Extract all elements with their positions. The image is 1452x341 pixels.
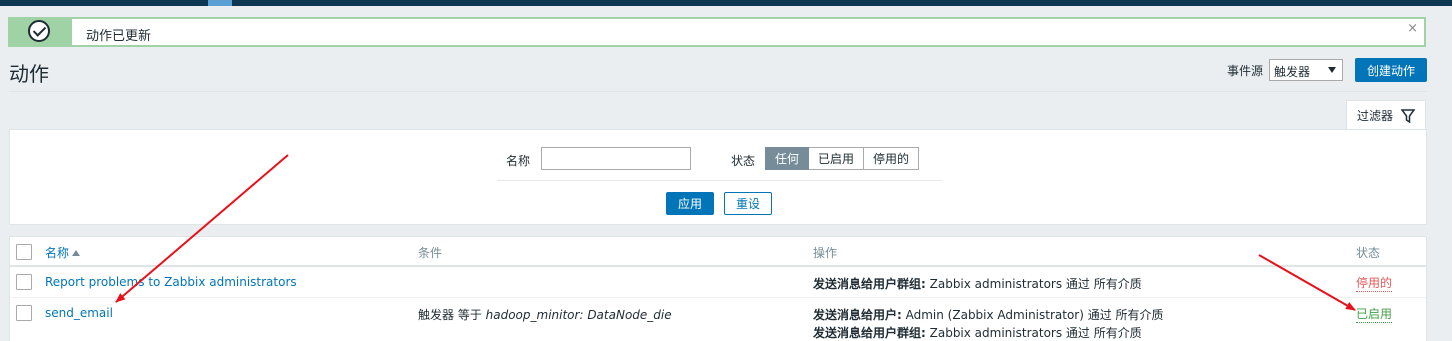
column-header-operations: 操作 xyxy=(813,246,838,260)
condition-value: hadoop_minitor: DataNode_die xyxy=(485,308,672,322)
column-header-conditions: 条件 xyxy=(418,246,443,260)
operation-label: 发送消息给用户群组: xyxy=(813,326,926,340)
filter-tab-label: 过滤器 xyxy=(1356,109,1393,123)
row-checkbox[interactable] xyxy=(16,274,32,290)
status-option-enabled[interactable]: 已启用 xyxy=(809,147,865,170)
column-header-name[interactable]: 名称 xyxy=(45,244,81,261)
event-source-label: 事件源 xyxy=(1226,63,1263,78)
check-circle-icon xyxy=(28,20,50,42)
operation-text: Admin (Zabbix Administrator) 通过 所有介质 xyxy=(901,308,1164,322)
condition-cell: 触发器 等于 hadoop_minitor: DataNode_die xyxy=(418,306,672,323)
column-header-name-text: 名称 xyxy=(45,246,70,260)
create-action-button[interactable]: 创建动作 xyxy=(1354,58,1427,82)
filter-status-label: 状态 xyxy=(731,154,756,168)
filter-panel: 名称 状态 任何 已启用 停用的 应用 重设 xyxy=(9,129,1427,225)
column-header-status: 状态 xyxy=(1356,246,1381,260)
status-option-disabled[interactable]: 停用的 xyxy=(864,147,920,170)
filter-tab[interactable]: 过滤器 xyxy=(1346,100,1426,130)
status-option-any[interactable]: 任何 xyxy=(765,147,810,170)
event-source-select[interactable]: 触发器 xyxy=(1268,59,1343,81)
table-row: Report problems to Zabbix administrators… xyxy=(10,267,1426,298)
filter-separator xyxy=(497,180,942,181)
operation-line: 发送消息给用户群组: Zabbix administrators 通过 所有介质 xyxy=(813,275,1142,292)
operation-line: 发送消息给用户: Admin (Zabbix Administrator) 通过… xyxy=(813,306,1164,323)
status-radio-group: 任何 已启用 停用的 xyxy=(765,147,920,170)
close-icon[interactable]: × xyxy=(1407,21,1418,36)
apply-button[interactable]: 应用 xyxy=(666,192,714,215)
table-row: send_email 触发器 等于 hadoop_minitor: DataNo… xyxy=(10,298,1426,341)
status-toggle[interactable]: 停用的 xyxy=(1356,274,1393,292)
filter-funnel-icon xyxy=(1401,108,1415,123)
action-name-link[interactable]: Report problems to Zabbix administrators xyxy=(45,275,297,289)
condition-prefix: 触发器 等于 xyxy=(418,308,486,322)
success-message: 动作已更新 × xyxy=(8,17,1426,47)
top-navigation-bar xyxy=(0,0,1452,6)
operation-line: 发送消息给用户群组: Zabbix administrators 通过 所有介质 xyxy=(813,324,1142,341)
page-title: 动作 xyxy=(9,62,49,86)
sort-ascending-icon xyxy=(72,250,81,256)
event-source-value: 触发器 xyxy=(1273,65,1310,79)
reset-button[interactable]: 重设 xyxy=(724,192,772,215)
filter-name-input[interactable] xyxy=(541,147,691,170)
chevron-down-icon xyxy=(1327,67,1336,73)
header-controls: 事件源 触发器 创建动作 xyxy=(1227,58,1427,82)
action-name-link[interactable]: send_email xyxy=(45,306,113,320)
operation-text: Zabbix administrators 通过 所有介质 xyxy=(925,277,1142,291)
status-toggle[interactable]: 已启用 xyxy=(1356,305,1393,323)
active-menu-indicator xyxy=(208,0,232,6)
operation-label: 发送消息给用户群组: xyxy=(813,277,926,291)
select-all-checkbox[interactable] xyxy=(16,244,32,260)
filter-name-label: 名称 xyxy=(506,154,531,168)
table-header: 名称 条件 操作 状态 xyxy=(10,237,1426,267)
actions-table: 名称 条件 操作 状态 Report problems to Zabbix ad… xyxy=(9,236,1427,341)
operation-text: Zabbix administrators 通过 所有介质 xyxy=(925,326,1142,340)
success-icon-box xyxy=(8,17,72,47)
header-divider xyxy=(9,91,1427,92)
row-checkbox[interactable] xyxy=(16,305,32,321)
operation-label: 发送消息给用户: xyxy=(813,308,902,322)
success-message-text: 动作已更新 xyxy=(86,29,152,44)
